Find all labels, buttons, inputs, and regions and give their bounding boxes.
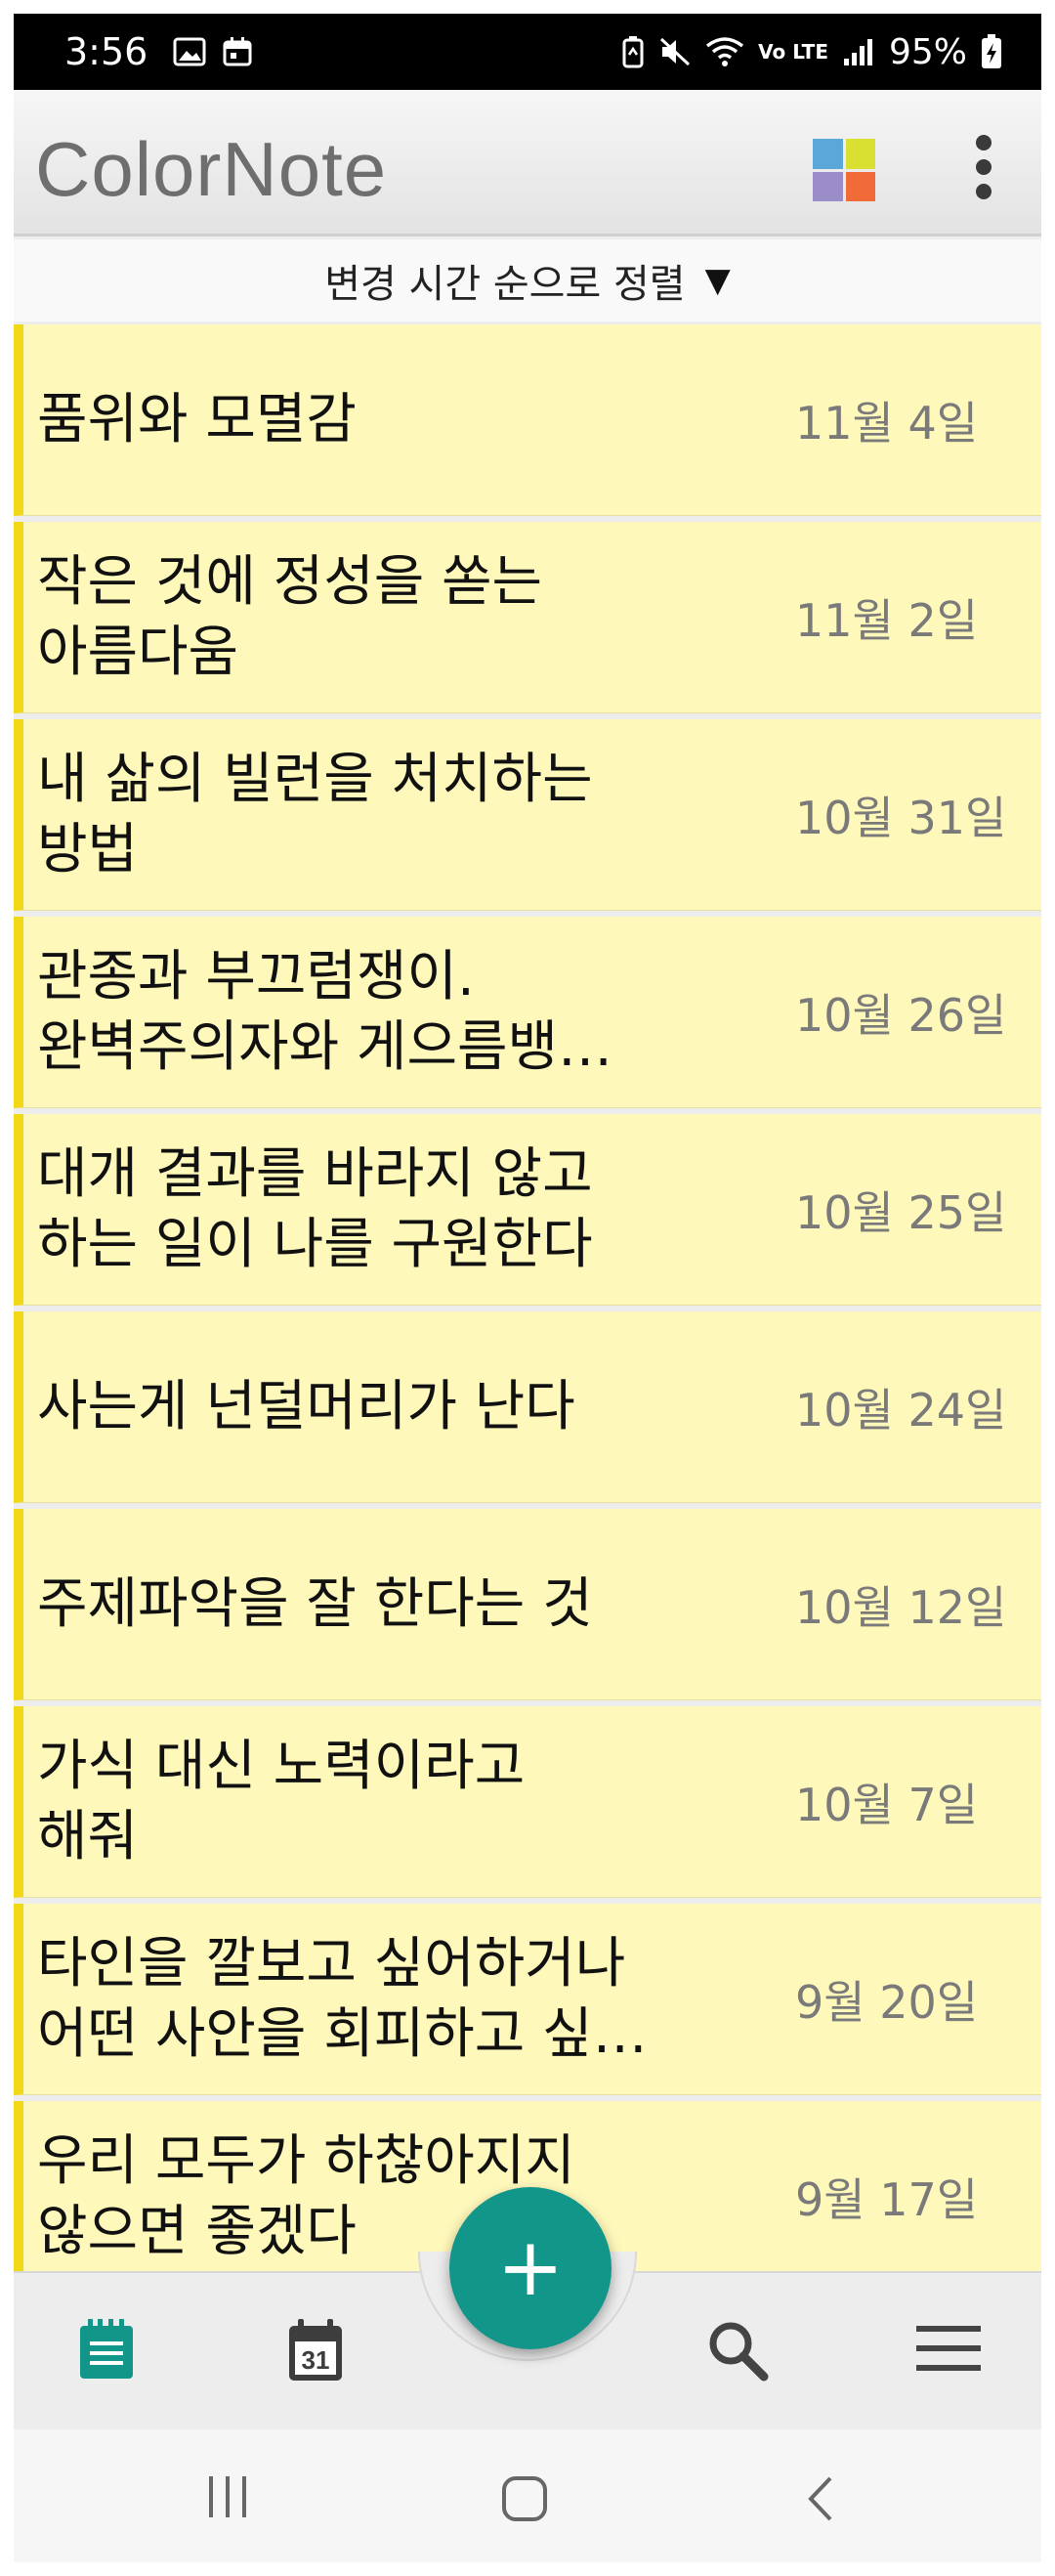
note-date: 10월 26일 (795, 988, 1007, 1042)
note-item[interactable]: 타인을 깔보고 싶어하거나 어떤 사안을 회피하고 싶… 9월 20일 (14, 1904, 1041, 2095)
volte-label: Vo LTE (758, 40, 828, 64)
search-icon[interactable] (705, 2318, 770, 2386)
battery-charging-icon (981, 34, 1002, 69)
note-title: 내 삶의 빌런을 처치하는 방법 (37, 747, 593, 881)
sort-selector[interactable]: 변경 시간 순으로 정렬 ▼ (14, 239, 1041, 322)
battery-saver-icon (621, 35, 645, 68)
calendar-status-icon (222, 36, 253, 67)
status-right: Vo LTE 95% (621, 32, 1002, 72)
more-options-icon[interactable] (969, 135, 998, 199)
recent-apps-icon[interactable] (205, 2474, 250, 2523)
sort-label: 변경 시간 순으로 정렬 (324, 262, 686, 307)
colornote-logo: ColorNote (35, 126, 388, 212)
mute-icon (658, 36, 692, 67)
note-item[interactable]: 품위와 모멸감 11월 4일 (14, 324, 1041, 516)
note-title: 주제파악을 잘 한다는 것 (37, 1571, 593, 1636)
color-square-yellow (845, 139, 875, 169)
app-bar: ColorNote (14, 90, 1041, 236)
note-title: 대개 결과를 바라지 않고 하는 일이 나를 구원한다 (37, 1141, 593, 1276)
color-square-purple (813, 171, 843, 201)
note-title: 품위와 모멸감 (37, 387, 357, 451)
note-title: 관종과 부끄럼쟁이. 완벽주의자와 게으름뱅… (37, 944, 613, 1079)
note-date: 9월 17일 (795, 2172, 979, 2226)
note-item[interactable]: 대개 결과를 바라지 않고 하는 일이 나를 구원한다 10월 25일 (14, 1114, 1041, 1306)
note-date: 10월 25일 (795, 1185, 1007, 1239)
note-date: 9월 20일 (795, 1975, 979, 2029)
note-item[interactable]: 작은 것에 정성을 쏟는 아름다움 11월 2일 (14, 522, 1041, 713)
back-icon[interactable] (803, 2474, 838, 2527)
note-title: 사는게 넌덜머리가 난다 (37, 1374, 575, 1438)
color-filter-button[interactable] (813, 139, 875, 201)
status-left: 3:56 (64, 30, 253, 73)
note-item[interactable]: 내 삶의 빌런을 처치하는 방법 10월 31일 (14, 719, 1041, 911)
calendar-icon[interactable]: 31 (285, 2318, 346, 2386)
gallery-icon (173, 37, 206, 66)
color-square-orange (845, 171, 875, 201)
note-title: 우리 모두가 하찮아지지 않으면 좋겠다 (37, 2128, 575, 2263)
wifi-icon (705, 36, 744, 67)
note-date: 10월 24일 (795, 1383, 1007, 1437)
app-screen: 3:56 Vo LTE 95% ColorNote 변경 시간 순으로 정렬 ▼… (14, 14, 1041, 2562)
status-bar: 3:56 Vo LTE 95% (14, 14, 1041, 90)
note-date: 11월 2일 (795, 593, 979, 647)
note-date: 10월 12일 (795, 1580, 1007, 1634)
menu-icon[interactable] (916, 2324, 981, 2377)
note-title: 타인을 깔보고 싶어하거나 어떤 사안을 회피하고 싶… (37, 1931, 648, 2066)
calendar-day: 31 (302, 2345, 330, 2375)
add-note-button[interactable]: + (449, 2187, 612, 2349)
note-date: 11월 4일 (795, 396, 979, 450)
note-date: 10월 31일 (795, 791, 1007, 844)
status-time: 3:56 (64, 30, 148, 73)
note-item[interactable]: 사는게 넌덜머리가 난다 10월 24일 (14, 1311, 1041, 1503)
notes-list-icon[interactable] (76, 2318, 137, 2386)
note-title: 작은 것에 정성을 쏟는 아름다움 (37, 549, 543, 684)
note-item[interactable]: 가식 대신 노력이라고 해줘 10월 7일 (14, 1706, 1041, 1898)
note-item[interactable]: 관종과 부끄럼쟁이. 완벽주의자와 게으름뱅… 10월 26일 (14, 917, 1041, 1108)
home-icon[interactable] (500, 2474, 549, 2527)
dropdown-arrow-icon: ▼ (704, 261, 731, 300)
color-square-blue (813, 139, 843, 169)
system-nav-bar (14, 2429, 1041, 2562)
note-date: 10월 7일 (795, 1778, 979, 1831)
note-title: 가식 대신 노력이라고 해줘 (37, 1734, 526, 1868)
note-item[interactable]: 주제파악을 잘 한다는 것 10월 12일 (14, 1509, 1041, 1700)
signal-icon (842, 37, 875, 66)
battery-percent: 95% (888, 31, 967, 72)
add-icon: + (496, 2221, 565, 2314)
